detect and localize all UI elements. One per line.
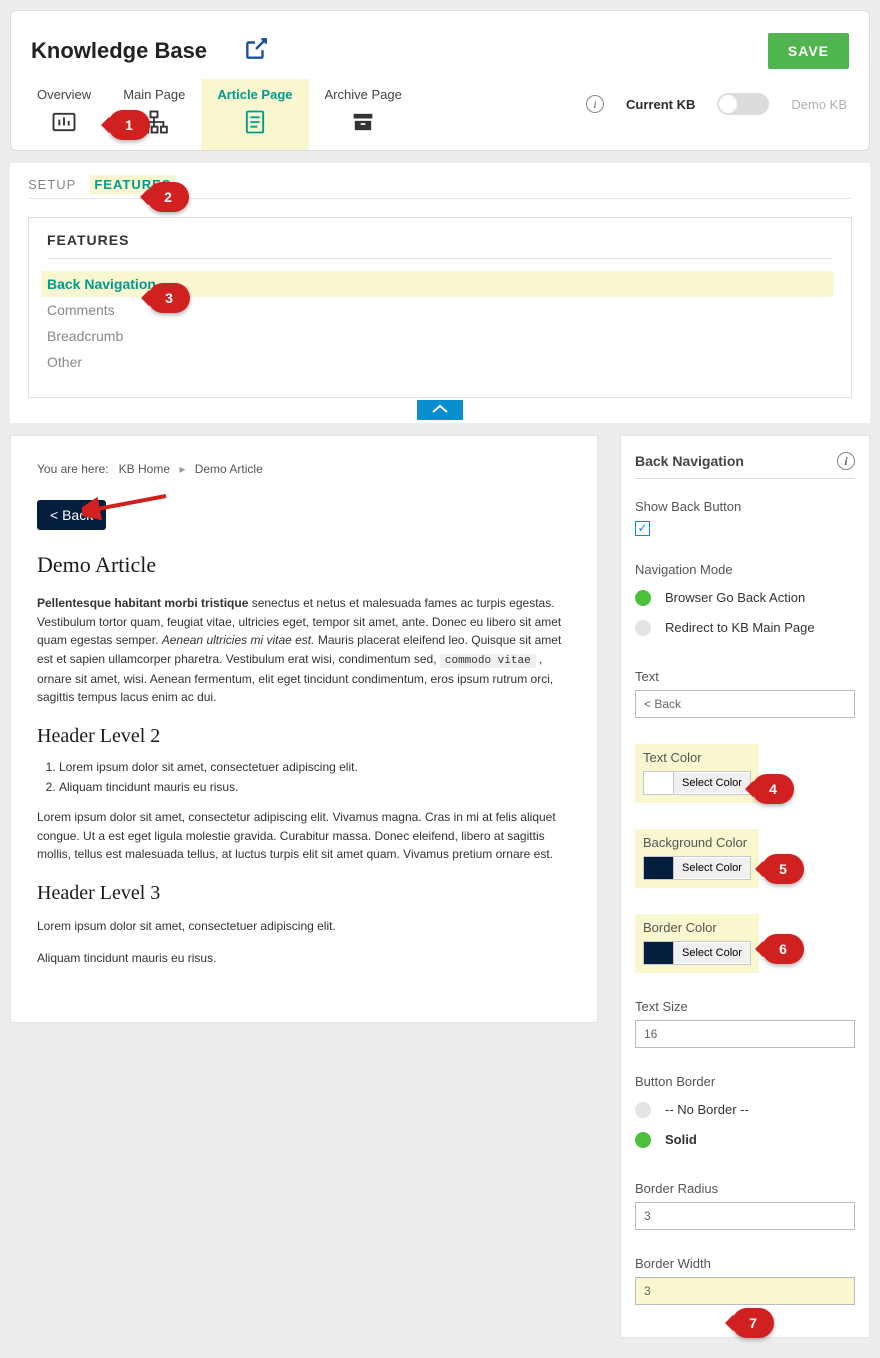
border-width-label: Border Width [635, 1256, 855, 1271]
bg-color-label: Background Color [643, 835, 751, 850]
demo-kb-label: Demo KB [791, 97, 847, 112]
chevron-right-icon: ▸ [179, 462, 185, 476]
info-icon[interactable]: i [586, 95, 604, 113]
annotation-1: 1 [108, 110, 150, 140]
tab-article-page[interactable]: Article Page [201, 79, 308, 150]
breadcrumb: You are here: KB Home ▸ Demo Article [37, 462, 571, 476]
feature-other[interactable]: Other [47, 349, 833, 375]
border-color-swatch[interactable] [644, 942, 674, 964]
border-option-solid[interactable]: Solid [635, 1125, 855, 1155]
paragraph: Lorem ipsum dolor sit amet, consectetur … [37, 808, 571, 864]
tab-label: Overview [37, 87, 91, 102]
header-level-2: Header Level 2 [37, 725, 571, 748]
border-radius-label: Border Radius [635, 1181, 855, 1196]
nav-mode-option-redirect[interactable]: Redirect to KB Main Page [635, 613, 855, 643]
ordered-list: Lorem ipsum dolor sit amet, consectetuer… [37, 760, 571, 794]
features-heading: FEATURES [47, 232, 833, 259]
collapse-button[interactable] [417, 400, 463, 420]
text-color-swatch[interactable] [644, 772, 674, 794]
settings-panel: Back Navigation i Show Back Button ✓ Nav… [620, 435, 870, 1338]
radio-icon [635, 620, 651, 636]
nav-mode-label: Navigation Mode [635, 562, 855, 577]
annotation-2: 2 [147, 182, 189, 212]
radio-icon [635, 590, 651, 606]
annotation-5: 5 [762, 854, 804, 884]
tab-archive-page[interactable]: Archive Page [309, 79, 418, 150]
nav-mode-option-back[interactable]: Browser Go Back Action [635, 583, 855, 613]
annotation-4: 4 [752, 774, 794, 804]
save-button[interactable]: SAVE [768, 33, 849, 69]
text-size-label: Text Size [635, 999, 855, 1014]
select-color-button[interactable]: Select Color [674, 943, 750, 963]
select-color-button[interactable]: Select Color [674, 858, 750, 878]
show-back-label: Show Back Button [635, 499, 855, 514]
tab-label: Article Page [217, 87, 292, 102]
text-color-label: Text Color [643, 750, 751, 765]
arrow-annotation [82, 490, 172, 520]
bar-chart-icon [50, 108, 78, 136]
list-item: Aliquam tincidunt mauris eu risus. [59, 780, 571, 794]
tab-overview[interactable]: Overview [21, 79, 107, 150]
list-item: Lorem ipsum dolor sit amet, consectetuer… [59, 760, 571, 774]
button-border-label: Button Border [635, 1074, 855, 1089]
breadcrumb-article: Demo Article [195, 462, 263, 476]
page-title: Knowledge Base [31, 38, 207, 64]
paragraph: Aliquam tincidunt mauris eu risus. [37, 949, 571, 968]
text-label: Text [635, 669, 855, 684]
annotation-6: 6 [762, 934, 804, 964]
document-icon [241, 108, 269, 136]
archive-icon [349, 108, 377, 136]
border-color-label: Border Color [643, 920, 751, 935]
annotation-7: 7 [732, 1308, 774, 1338]
text-input[interactable] [635, 690, 855, 718]
current-kb-label: Current KB [626, 97, 695, 112]
border-radius-input[interactable] [635, 1202, 855, 1230]
breadcrumb-home[interactable]: KB Home [119, 462, 170, 476]
feature-breadcrumb[interactable]: Breadcrumb [47, 323, 833, 349]
border-option-none[interactable]: -- No Border -- [635, 1095, 855, 1125]
annotation-3: 3 [148, 283, 190, 313]
article-title: Demo Article [37, 552, 571, 578]
show-back-checkbox[interactable]: ✓ [635, 521, 650, 536]
info-icon[interactable]: i [837, 452, 855, 470]
tab-label: Main Page [123, 87, 185, 102]
article-preview: You are here: KB Home ▸ Demo Article < B… [10, 435, 598, 1023]
header-level-3: Header Level 3 [37, 882, 571, 905]
bg-color-swatch[interactable] [644, 857, 674, 879]
tab-label: Archive Page [325, 87, 402, 102]
kb-toggle[interactable] [717, 93, 769, 115]
paragraph: Pellentesque habitant morbi tristique se… [37, 594, 571, 707]
paragraph: Lorem ipsum dolor sit amet, consectetuer… [37, 917, 571, 936]
radio-icon [635, 1102, 651, 1118]
subtab-setup[interactable]: SETUP [28, 177, 76, 192]
settings-title: Back Navigation [635, 453, 744, 469]
external-link-icon[interactable] [243, 36, 269, 67]
breadcrumb-prefix: You are here: [37, 462, 109, 476]
text-size-input[interactable] [635, 1020, 855, 1048]
radio-icon [635, 1132, 651, 1148]
border-width-input[interactable] [635, 1277, 855, 1305]
